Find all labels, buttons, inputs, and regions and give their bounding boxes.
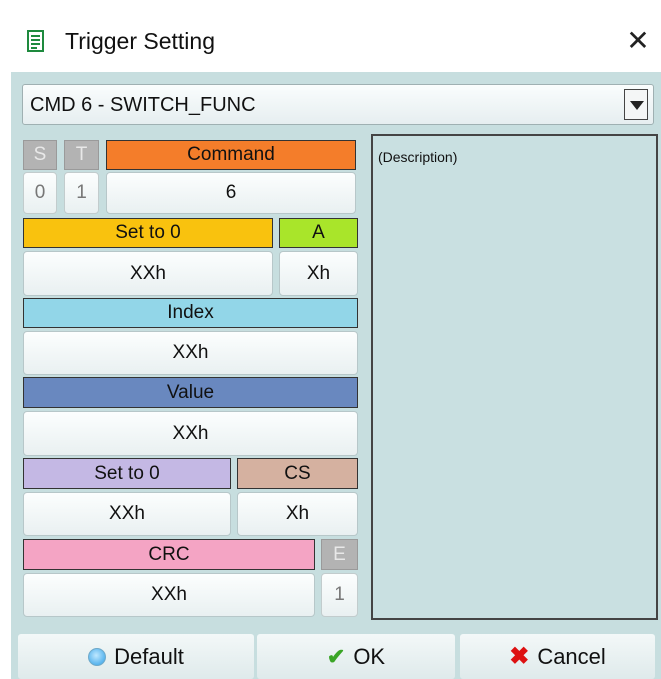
- s-header: S: [23, 140, 57, 170]
- a-header: A: [279, 218, 358, 248]
- e-value-field: 1: [321, 573, 358, 617]
- cs-header: CS: [237, 458, 358, 489]
- description-panel: (Description): [371, 134, 658, 620]
- radio-icon: [88, 647, 107, 666]
- ok-button[interactable]: ✔ OK: [257, 634, 455, 679]
- set-to-0-header: Set to 0: [23, 458, 231, 489]
- command-header: Command: [106, 140, 356, 170]
- cs-value-field[interactable]: Xh: [237, 492, 358, 536]
- description-text: (Description): [378, 149, 458, 165]
- command-select-value: CMD 6 - SWITCH_FUNC: [30, 94, 256, 116]
- index-value-field[interactable]: XXh: [23, 331, 358, 375]
- set-to-0-value-field[interactable]: XXh: [23, 492, 231, 536]
- window-title: Trigger Setting: [65, 28, 215, 54]
- t-header: T: [64, 140, 99, 170]
- chevron-down-icon[interactable]: [624, 89, 648, 120]
- command-select[interactable]: CMD 6 - SWITCH_FUNC: [22, 84, 654, 125]
- crc-value-field[interactable]: XXh: [23, 573, 315, 617]
- set-to-0-value-field[interactable]: XXh: [23, 251, 273, 296]
- s-value-field: 0: [23, 172, 57, 214]
- trigger-setting-dialog: Trigger Setting ✕ CMD 6 - SWITCH_FUNC S …: [0, 0, 661, 679]
- default-button[interactable]: Default: [18, 634, 254, 679]
- cross-icon: ✖: [509, 643, 530, 670]
- crc-header: CRC: [23, 539, 315, 570]
- title-bar: Trigger Setting ✕: [0, 0, 661, 70]
- value-header: Value: [23, 377, 358, 408]
- cancel-button[interactable]: ✖ Cancel: [460, 634, 655, 679]
- value-value-field[interactable]: XXh: [23, 411, 358, 456]
- close-icon: ✕: [626, 25, 650, 56]
- set-to-0-header: Set to 0: [23, 218, 273, 248]
- default-button-label: Default: [114, 643, 184, 669]
- checkmark-icon: ✔: [326, 643, 346, 669]
- e-header: E: [321, 539, 358, 570]
- close-button[interactable]: ✕: [623, 24, 653, 58]
- t-value-field: 1: [64, 172, 99, 214]
- cancel-button-label: Cancel: [537, 643, 606, 669]
- ok-button-label: OK: [353, 643, 386, 669]
- document-icon: [27, 30, 44, 52]
- command-value-field[interactable]: 6: [106, 172, 356, 214]
- index-header: Index: [23, 298, 358, 328]
- a-value-field[interactable]: Xh: [279, 251, 358, 296]
